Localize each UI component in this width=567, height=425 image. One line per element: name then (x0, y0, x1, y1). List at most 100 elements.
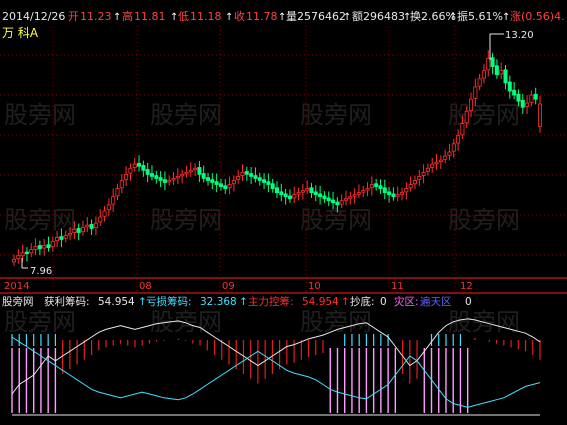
watermark-text: 股旁网 (300, 101, 372, 129)
candle-body (106, 204, 111, 211)
candle-body (516, 93, 521, 102)
bottom-fishing-value: 0 (380, 296, 387, 308)
candle-body (193, 167, 198, 171)
candle-body (201, 173, 206, 179)
candle-body (253, 175, 258, 179)
volume-value: 2576462 (297, 10, 346, 23)
candle-body (538, 103, 543, 127)
candle-body (102, 210, 107, 217)
candle-body (499, 70, 504, 75)
up-arrow-icon: ↑ (341, 296, 350, 308)
candle-body (460, 123, 465, 136)
watermark-text: 股旁网 (4, 206, 76, 234)
min-price-label: 7.96 (30, 266, 52, 277)
high-label: 高 (122, 9, 133, 23)
candle-body (214, 181, 219, 185)
candle-body (456, 135, 461, 144)
candle-body (257, 177, 262, 181)
up-arrow-icon: ↑ (239, 296, 248, 308)
candle-body (382, 187, 387, 194)
candle-body (343, 198, 348, 201)
candle-body (63, 234, 68, 239)
candle-body (473, 86, 478, 99)
x-tick-label: 11 (391, 281, 404, 292)
candle-body (266, 181, 271, 185)
stock-chart[interactable]: 股旁网 股旁网 股旁网 股旁网 股旁网 股旁网 股旁网 股旁网 股旁网 股旁网 … (0, 0, 567, 425)
candle-body (417, 175, 422, 181)
last-value: 0 (465, 296, 472, 308)
candle-body (206, 177, 211, 181)
candle-body (154, 175, 159, 179)
candle-body (387, 191, 392, 196)
candle-body (210, 179, 215, 183)
candle-body (434, 161, 439, 165)
candle-body (137, 162, 142, 167)
candle-body (503, 69, 508, 84)
candle-body (365, 188, 370, 191)
candle-body (361, 190, 366, 193)
candle-body (300, 190, 305, 193)
watermark-text: 股旁网 (4, 101, 76, 129)
candle-body (326, 197, 331, 202)
candle-body (490, 57, 495, 67)
candle-body (262, 179, 267, 183)
candle-body (115, 188, 120, 197)
candle-body (119, 180, 124, 189)
candle-body (171, 178, 176, 181)
candle-body (223, 185, 228, 189)
candle-body (231, 180, 236, 185)
profit-value: 54.954 (98, 296, 135, 308)
candle-body (124, 173, 129, 181)
candle-body (240, 171, 245, 176)
candle-body (507, 81, 512, 92)
amount-label: 额 (352, 10, 363, 23)
loss-value: 32.368 (200, 296, 237, 308)
candle-body (85, 224, 90, 228)
candle-body (348, 196, 353, 199)
candle-body (486, 58, 491, 71)
candle-body (451, 143, 456, 152)
loss-label: 亏损筹码: (146, 295, 192, 308)
close-value: 11.78 (246, 10, 278, 23)
candle-body (184, 171, 189, 175)
candle-body (80, 226, 85, 233)
low-label: 低 (178, 10, 189, 23)
candle-body (98, 216, 103, 223)
candle-body (145, 169, 150, 175)
x-tick-label: 12 (460, 281, 473, 292)
change-label: 涨 (510, 10, 521, 23)
candle-body (158, 177, 163, 181)
candle-body (309, 187, 314, 194)
x-tick-label: 10 (308, 281, 321, 292)
watermark-text: 股旁网 (448, 101, 520, 129)
watermark-text: 股旁网 (300, 206, 372, 234)
candle-body (494, 65, 499, 76)
candle-body (111, 196, 116, 205)
amplitude-label: 振 (457, 9, 468, 23)
open-label: 开 (68, 10, 79, 23)
low-value: 11.18 (190, 10, 222, 23)
candle-body (76, 228, 81, 233)
up-arrow-icon: ↑ (403, 12, 411, 23)
up-arrow-icon: ↑ (225, 12, 233, 23)
main-control-value: 54.954 (302, 296, 339, 308)
candle-body (50, 241, 55, 247)
up-arrow-icon: ↑ (343, 12, 351, 23)
candle-body (11, 258, 16, 263)
candle-body (408, 184, 413, 189)
candle-body (533, 93, 538, 100)
candle-body (421, 171, 426, 176)
candle-body (352, 194, 357, 197)
change-value: (0.56)4. (521, 10, 565, 23)
candle-body (167, 180, 172, 183)
candle-body (412, 180, 417, 185)
up-arrow-icon: ↑ (502, 12, 510, 23)
candle-body (72, 228, 77, 233)
candle-body (292, 194, 297, 199)
candle-body (33, 245, 38, 250)
candle-body (55, 236, 60, 242)
candle-body (520, 99, 525, 108)
candle-body (236, 175, 241, 181)
candle-body (356, 192, 361, 195)
candle-body (29, 249, 34, 254)
